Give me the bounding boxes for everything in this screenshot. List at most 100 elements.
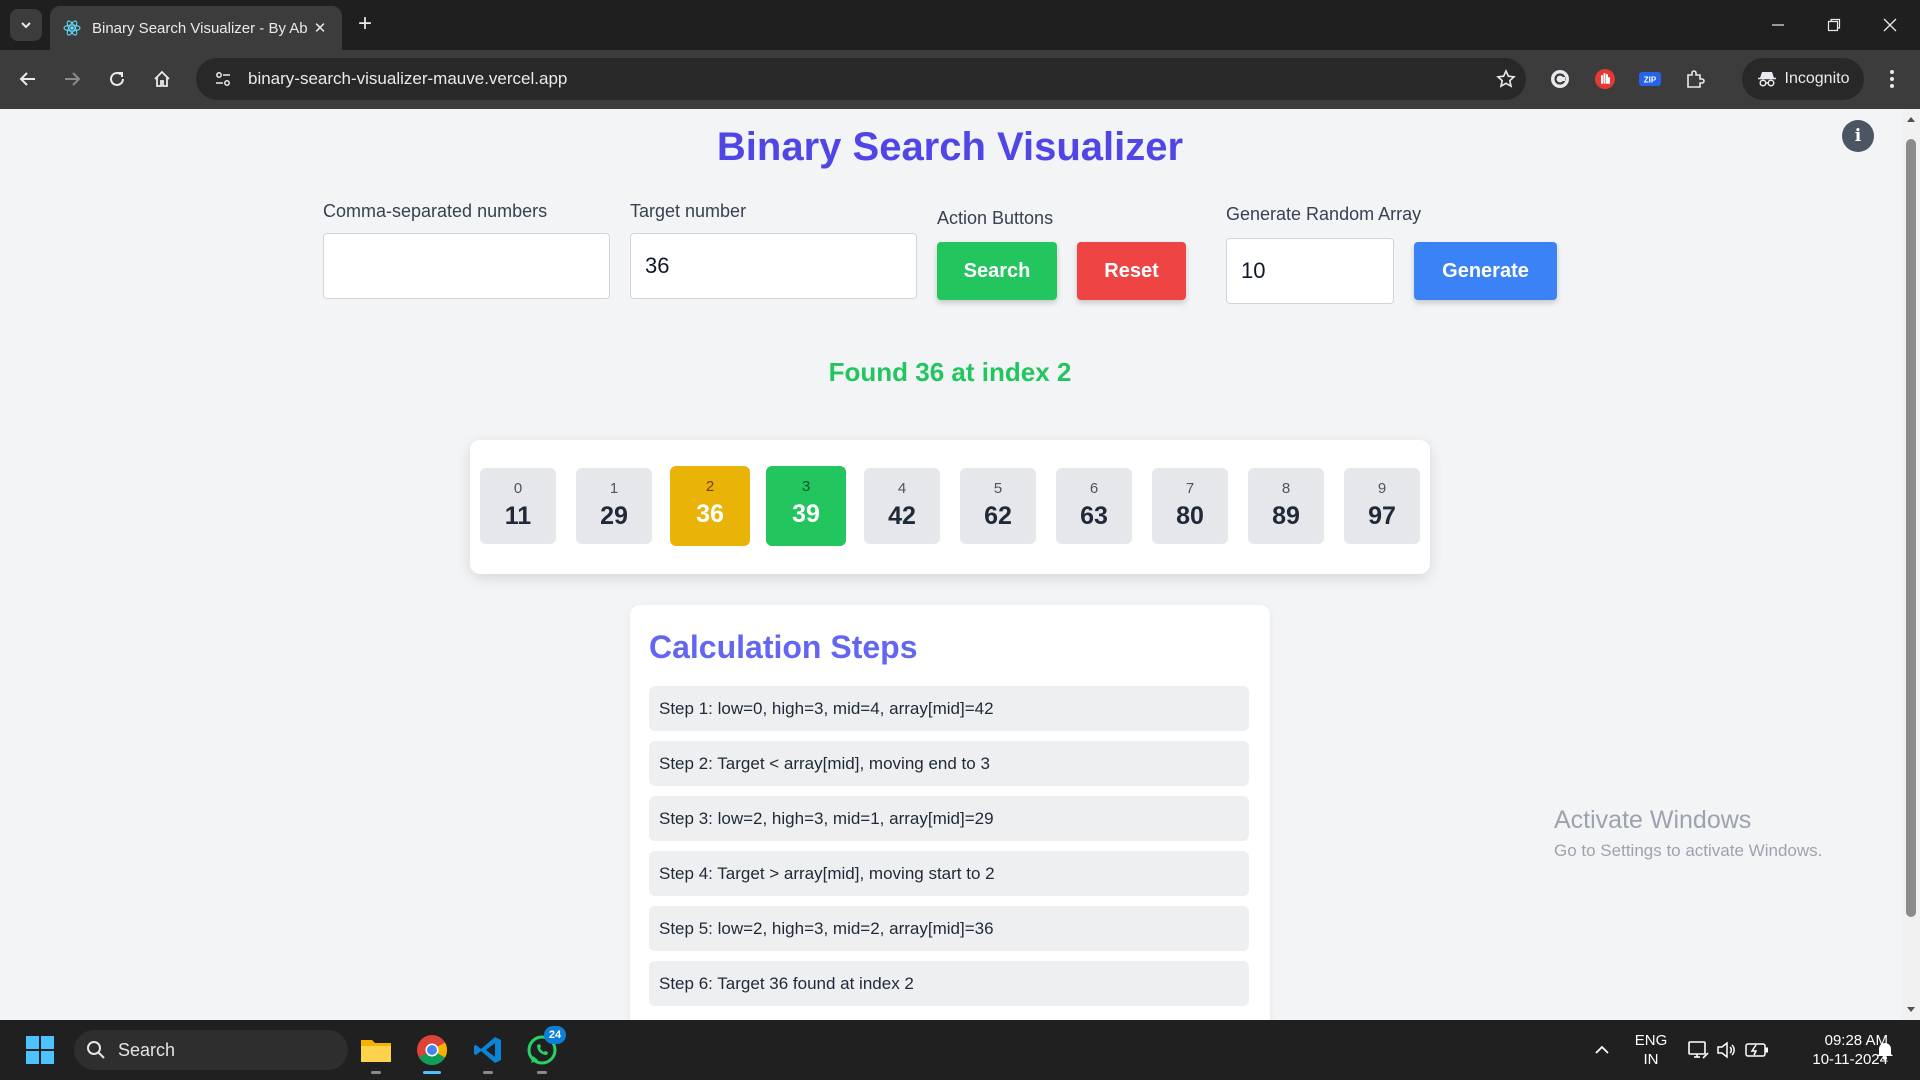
- file-explorer-app[interactable]: [354, 1028, 398, 1074]
- array-panel: 0 11 1 29 2 36 3 39 4 42 5 62 6 63 7 80 8 89 9 97: [470, 440, 1430, 574]
- close-window-button[interactable]: [1862, 0, 1918, 50]
- url-text[interactable]: binary-search-visualizer-mauve.vercel.ap…: [248, 69, 1486, 89]
- home-button[interactable]: [146, 63, 178, 95]
- close-icon: [1883, 18, 1897, 32]
- chrome-app[interactable]: [410, 1028, 454, 1074]
- cell-value: 42: [888, 502, 916, 530]
- back-button[interactable]: [12, 63, 44, 95]
- tab-search-button[interactable]: [10, 9, 42, 41]
- array-cell-found: 3 39: [766, 466, 846, 546]
- site-settings-icon[interactable]: [210, 66, 236, 92]
- chevron-down-icon: [21, 22, 31, 29]
- step-item: Step 3: low=2, high=3, mid=1, array[mid]…: [649, 796, 1249, 841]
- whatsapp-app[interactable]: 24: [520, 1026, 566, 1074]
- folder-icon: [361, 1040, 391, 1062]
- incognito-badge[interactable]: Incognito: [1742, 58, 1864, 100]
- extension-c-icon[interactable]: [1546, 65, 1574, 93]
- cell-index: 4: [897, 480, 907, 497]
- extension-zip-icon[interactable]: ZIP: [1636, 65, 1664, 93]
- running-indicator: [537, 1071, 547, 1074]
- calculation-steps-panel: Calculation Steps Step 1: low=0, high=3,…: [630, 605, 1270, 1020]
- array-cell: 6 63: [1056, 468, 1132, 544]
- search-button[interactable]: Search: [937, 242, 1057, 300]
- new-tab-button[interactable]: +: [352, 12, 378, 38]
- scrollbar-thumb[interactable]: [1906, 139, 1916, 917]
- cell-value: 11: [504, 502, 532, 530]
- cell-value: 29: [600, 502, 628, 530]
- show-hidden-icons-button[interactable]: [1580, 1028, 1624, 1072]
- restore-button[interactable]: [1806, 0, 1862, 50]
- cell-index: 2: [705, 478, 715, 495]
- start-button[interactable]: [18, 1028, 62, 1072]
- target-label: Target number: [630, 201, 747, 221]
- search-result-text: Found 36 at index 2: [828, 357, 1072, 387]
- generate-button[interactable]: Generate: [1414, 242, 1557, 300]
- scroll-down-icon[interactable]: [1906, 1004, 1916, 1014]
- tab-close-icon[interactable]: ✕: [310, 19, 330, 37]
- page-scrollbar[interactable]: [1902, 109, 1920, 1020]
- cell-value: 62: [984, 502, 1012, 530]
- watermark-line2: Go to Settings to activate Windows.: [1554, 841, 1823, 860]
- app-title: Binary Search Visualizer: [716, 125, 1184, 169]
- cell-value: 97: [1368, 502, 1396, 530]
- generate-heading-label: Generate Random Array: [1226, 204, 1422, 224]
- extension-hand-icon[interactable]: [1591, 65, 1619, 93]
- incognito-label: Incognito: [1784, 70, 1850, 87]
- reload-icon: [110, 71, 124, 86]
- language-line1: ENG: [1634, 1032, 1668, 1049]
- svg-text:ZIP: ZIP: [1644, 76, 1657, 85]
- forward-button[interactable]: [56, 63, 88, 95]
- more-vertical-icon: [1890, 70, 1894, 88]
- cell-index: 7: [1185, 480, 1195, 497]
- array-cell: 0 11: [480, 468, 556, 544]
- chrome-icon: [417, 1035, 448, 1066]
- cell-value: 89: [1272, 502, 1300, 530]
- active-indicator: [423, 1071, 441, 1074]
- reload-button[interactable]: [101, 63, 133, 95]
- notifications-bell-icon[interactable]: [1870, 1028, 1900, 1072]
- incognito-icon: [1757, 72, 1776, 87]
- language-indicator[interactable]: ENG IN: [1630, 1031, 1672, 1069]
- tab-title: Binary Search Visualizer - By Ab: [92, 19, 308, 37]
- array-size-input[interactable]: 10: [1226, 238, 1394, 304]
- taskbar-search[interactable]: Search: [74, 1030, 348, 1070]
- bookmark-star-icon[interactable]: [1486, 69, 1526, 89]
- volume-icon[interactable]: [1711, 1028, 1741, 1072]
- windows-logo-icon: [26, 1036, 54, 1064]
- address-bar[interactable]: binary-search-visualizer-mauve.vercel.ap…: [196, 58, 1526, 100]
- browser-menu-button[interactable]: [1878, 64, 1906, 94]
- minimize-button[interactable]: [1750, 0, 1806, 50]
- page-content: i Binary Search Visualizer Comma-separat…: [0, 109, 1902, 1020]
- numbers-input[interactable]: [323, 233, 610, 299]
- step-item: Step 1: low=0, high=3, mid=4, array[mid]…: [649, 686, 1249, 731]
- array-cell: 7 80: [1152, 468, 1228, 544]
- step-item: Step 5: low=2, high=3, mid=2, array[mid]…: [649, 906, 1249, 951]
- array-cell: 1 29: [576, 468, 652, 544]
- array-cell: 4 42: [864, 468, 940, 544]
- network-icon[interactable]: [1683, 1028, 1713, 1072]
- step-item: Step 2: Target < array[mid], moving end …: [649, 741, 1249, 786]
- arrow-left-icon: [19, 72, 35, 86]
- vscode-app[interactable]: [466, 1028, 510, 1074]
- cell-index: 8: [1281, 480, 1291, 497]
- step-item: Step 4: Target > array[mid], moving star…: [649, 851, 1249, 896]
- taskbar-search-label: Search: [118, 1039, 176, 1060]
- minimize-icon: [1772, 24, 1784, 26]
- cell-index: 3: [801, 478, 811, 495]
- browser-tab-bar: Binary Search Visualizer - By Ab ✕ +: [0, 0, 1920, 50]
- array-cell-mid: 2 36: [670, 466, 750, 546]
- battery-icon[interactable]: [1741, 1028, 1773, 1072]
- home-icon: [154, 70, 170, 87]
- scroll-up-icon[interactable]: [1906, 115, 1916, 125]
- target-input[interactable]: 36: [630, 233, 917, 299]
- cell-index: 9: [1377, 480, 1387, 497]
- reset-button[interactable]: Reset: [1077, 242, 1186, 300]
- extensions-puzzle-icon[interactable]: [1681, 65, 1709, 93]
- numbers-label: Comma-separated numbers: [323, 201, 548, 221]
- cell-value: 80: [1176, 502, 1204, 530]
- cell-index: 5: [993, 480, 1003, 497]
- vscode-icon: [474, 1037, 501, 1063]
- cell-value: 63: [1080, 502, 1108, 530]
- browser-toolbar: binary-search-visualizer-mauve.vercel.ap…: [0, 50, 1920, 109]
- browser-tab[interactable]: Binary Search Visualizer - By Ab ✕: [50, 6, 342, 50]
